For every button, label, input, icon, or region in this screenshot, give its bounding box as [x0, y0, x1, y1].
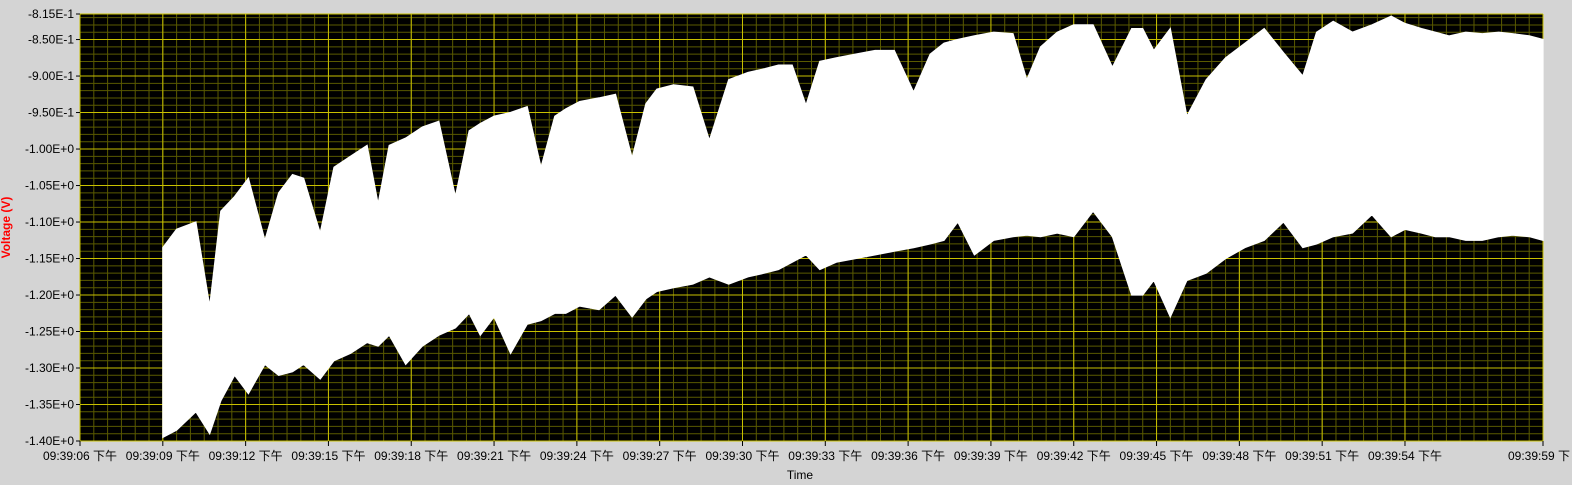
y-tick-label: -1.00E+0 — [25, 142, 74, 156]
y-tick-label: -1.25E+0 — [25, 325, 74, 339]
x-tick-label: 09:39:59 下 — [1508, 449, 1570, 463]
x-tick-label: 09:39:06 下午 — [43, 449, 117, 463]
y-tick-label: -1.10E+0 — [25, 215, 74, 229]
y-tick-label: -1.35E+0 — [25, 398, 74, 412]
x-tick-label: 09:39:12 下午 — [209, 449, 283, 463]
x-tick-label: 09:39:39 下午 — [954, 449, 1028, 463]
y-tick-label: -1.15E+0 — [25, 252, 74, 266]
y-tick-label: -8.50E-1 — [28, 33, 74, 47]
x-tick-label: 09:39:45 下午 — [1120, 449, 1194, 463]
x-tick-label: 09:39:18 下午 — [374, 449, 448, 463]
x-tick-label: 09:39:51 下午 — [1285, 449, 1359, 463]
x-tick-label: 09:39:30 下午 — [705, 449, 779, 463]
chart-svg: -8.15E-1 -8.50E-1 -9.00E-1 -9.50E-1 -1.00E+0… — [0, 0, 1572, 482]
x-tick-label: 09:39:24 下午 — [540, 449, 614, 463]
x-tick-label: 09:39:48 下午 — [1202, 449, 1276, 463]
x-tick-label: 09:39:27 下午 — [623, 449, 697, 463]
x-tick-label: 09:39:21 下午 — [457, 449, 531, 463]
y-tick-label: -1.20E+0 — [25, 288, 74, 302]
x-tick-label: 09:39:36 下午 — [871, 449, 945, 463]
y-tick-label: -1.40E+0 — [25, 434, 74, 448]
x-axis-label: Time — [787, 468, 814, 480]
x-tick-label: 09:39:09 下午 — [126, 449, 200, 463]
x-tick-label: 09:39:42 下午 — [1037, 449, 1111, 463]
y-tick-label: -1.30E+0 — [25, 361, 74, 375]
x-tick-label: 09:39:54 下午 — [1368, 449, 1442, 463]
x-tick-label: 09:39:33 下午 — [788, 449, 862, 463]
y-tick-label: -1.05E+0 — [25, 179, 74, 193]
y-tick-label: -9.50E-1 — [28, 106, 74, 120]
y-tick-label: -9.00E-1 — [28, 69, 74, 83]
voltage-chart: -8.15E-1 -8.50E-1 -9.00E-1 -9.50E-1 -1.00E+0… — [0, 0, 1572, 482]
x-tick-label: 09:39:15 下午 — [291, 449, 365, 463]
y-axis-label: Voltage (V) — [0, 197, 13, 259]
y-tick-label: -8.15E-1 — [28, 7, 74, 21]
